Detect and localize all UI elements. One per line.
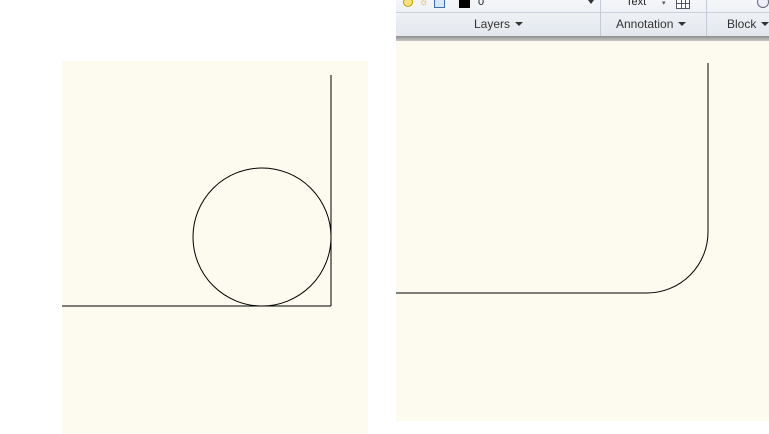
ribbon-toolbar: ☼ 0 Text ▾ Layers Annotation Block [396, 0, 769, 37]
annotation-panel-label[interactable]: Annotation [616, 17, 687, 31]
insert-icon[interactable] [757, 0, 769, 8]
lock-icon[interactable] [434, 0, 445, 8]
block-caret-icon [761, 22, 769, 26]
block-panel-label[interactable]: Block [727, 17, 769, 31]
bulb-icon[interactable] [403, 0, 413, 7]
dropdown-arrow-icon[interactable] [588, 0, 594, 4]
layer-name-value[interactable]: 0 [478, 0, 484, 8]
drawing-canvas-left[interactable] [62, 61, 368, 434]
layer-color-swatch [459, 0, 470, 8]
annotation-caret-icon [678, 22, 687, 26]
sun-icon[interactable]: ☼ [419, 0, 428, 8]
text-button[interactable]: Text [626, 0, 646, 8]
text-small-arrow: ▾ [662, 0, 666, 7]
table-icon[interactable] [676, 0, 690, 9]
drawing-canvas-right[interactable] [396, 41, 769, 421]
block-panel-text: Block [727, 17, 757, 31]
layers-panel-label[interactable]: Layers [474, 17, 524, 31]
layers-panel-text: Layers [474, 17, 511, 31]
annotation-panel-text: Annotation [616, 17, 674, 31]
layers-caret-icon [515, 22, 524, 26]
